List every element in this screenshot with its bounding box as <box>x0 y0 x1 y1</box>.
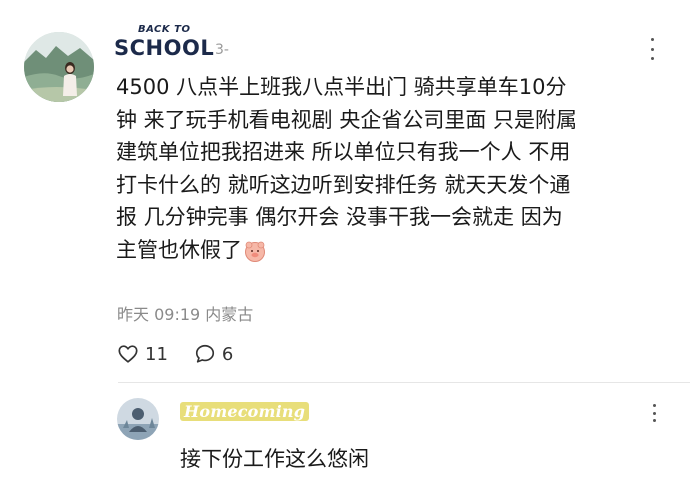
username-badge[interactable]: BACK TO SCHOOL 3- <box>114 24 244 64</box>
avatar-photo <box>24 32 94 102</box>
comment-actions: 11 6 <box>117 342 259 366</box>
username-suffix: 3- <box>215 42 229 58</box>
avatar-photo <box>117 398 159 440</box>
user-avatar[interactable] <box>24 32 94 102</box>
heart-icon <box>118 345 138 363</box>
more-options-icon[interactable] <box>646 404 662 422</box>
comment-body: 4500 八点半上班我八点半出门 骑共享单车10分 钟 来了玩手机看电视剧 央企… <box>116 71 676 266</box>
divider <box>118 382 690 383</box>
more-options-icon[interactable] <box>644 38 660 60</box>
comment-bubble-icon <box>195 344 214 363</box>
like-button[interactable]: 11 <box>117 343 168 365</box>
smiling-face-emoji <box>245 241 265 262</box>
like-count: 11 <box>145 343 168 365</box>
reply-text: 接下份工作这么悠闲 <box>180 447 369 471</box>
reply-count: 6 <box>221 343 234 365</box>
reply-username[interactable]: Homecoming <box>180 402 310 421</box>
reply-user-avatar[interactable] <box>117 398 159 440</box>
comment-meta: 昨天 09:19 内蒙古 <box>117 305 254 324</box>
badge-small-text: BACK TO <box>138 24 191 35</box>
comment-text: 4500 八点半上班我八点半出门 骑共享单车10分 钟 来了玩手机看电视剧 央企… <box>116 75 578 262</box>
reply-button[interactable]: 6 <box>194 343 233 365</box>
badge-big-text: SCHOOL <box>114 36 215 60</box>
